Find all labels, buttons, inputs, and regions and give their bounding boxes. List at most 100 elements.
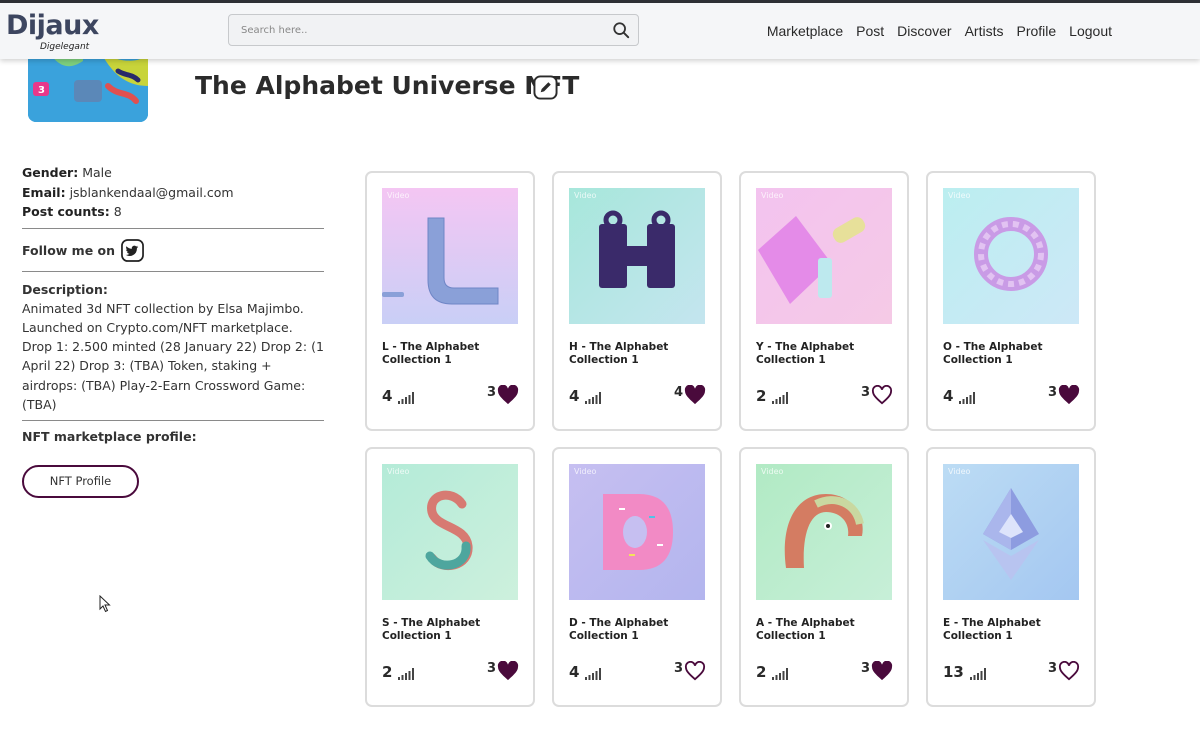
card-title[interactable]: A - The Alphabet Collection 1 <box>756 617 896 643</box>
nft-card[interactable]: Video H - The Alphabet Collection 1 4 4 <box>552 171 722 431</box>
signal-bars-icon <box>959 392 976 404</box>
likes-stat: 3 <box>487 385 519 405</box>
search-icon[interactable] <box>612 21 630 39</box>
mouse-cursor-icon <box>99 595 111 613</box>
nft-card[interactable]: Video L - The Alphabet Collection 1 4 3 <box>365 171 535 431</box>
svg-text:3: 3 <box>38 85 45 96</box>
search-bar <box>228 14 639 46</box>
nft-card[interactable]: Video O - The Alphabet Collection 1 4 3 <box>926 171 1096 431</box>
edit-pencil-icon[interactable] <box>533 75 558 100</box>
nft-card[interactable]: Video S - The Alphabet Collection 1 2 3 <box>365 447 535 707</box>
signal-bars-icon <box>772 668 789 680</box>
posts-label: Post counts: <box>22 204 110 219</box>
signal-bars-icon <box>969 668 986 680</box>
card-title[interactable]: Y - The Alphabet Collection 1 <box>756 341 896 367</box>
nav-discover[interactable]: Discover <box>897 23 951 39</box>
video-label: Video <box>574 191 597 200</box>
divider <box>22 227 324 229</box>
gender-value: Male <box>82 165 112 180</box>
brand-tagline: Digelegant <box>40 42 90 52</box>
nft-card[interactable]: Video A - The Alphabet Collection 1 2 3 <box>739 447 909 707</box>
signal-bars-icon <box>772 392 789 404</box>
posts-value: 8 <box>113 204 122 219</box>
nav-marketplace[interactable]: Marketplace <box>767 23 843 39</box>
views-count: 2 <box>756 663 767 681</box>
nft-thumbnail[interactable]: Video <box>569 464 705 600</box>
likes-stat: 4 <box>674 385 706 405</box>
views-stat: 4 <box>382 387 415 405</box>
likes-stat: 3 <box>487 661 519 681</box>
likes-stat: 3 <box>674 661 706 681</box>
nav-post[interactable]: Post <box>856 23 884 39</box>
views-count: 2 <box>756 387 767 405</box>
page-title: The Alphabet Universe NFT <box>195 71 580 100</box>
heart-filled-icon[interactable] <box>684 385 706 405</box>
gender-label: Gender: <box>22 165 79 180</box>
gender-row: Gender: Male <box>22 163 324 183</box>
nav-artists[interactable]: Artists <box>965 23 1004 39</box>
profile-image: 3 <box>28 56 148 122</box>
likes-stat: 3 <box>861 385 893 405</box>
nft-profile-button[interactable]: NFT Profile <box>22 465 139 499</box>
card-title[interactable]: S - The Alphabet Collection 1 <box>382 617 522 643</box>
video-label: Video <box>948 191 971 200</box>
nft-thumbnail[interactable]: Video <box>943 188 1079 324</box>
divider <box>22 270 324 272</box>
views-stat: 4 <box>943 389 976 404</box>
likes-count: 3 <box>860 661 870 676</box>
email-row: Email: jsblankendaal@gmail.com <box>22 183 324 203</box>
nft-thumbnail[interactable]: Video <box>382 464 518 600</box>
views-count: 4 <box>382 387 393 405</box>
signal-bars-icon <box>398 392 415 404</box>
views-count: 4 <box>569 387 580 405</box>
top-navbar: Dijaux Digelegant Marketplace Post Disco… <box>0 3 1200 59</box>
nft-thumbnail[interactable]: Video <box>382 188 518 324</box>
likes-stat: 3 <box>1048 385 1080 405</box>
nav-logout[interactable]: Logout <box>1069 23 1112 39</box>
likes-count: 3 <box>1047 661 1057 676</box>
video-label: Video <box>387 467 410 476</box>
nft-thumbnail[interactable]: Video <box>943 464 1079 600</box>
signal-bars-icon <box>398 668 415 680</box>
nft-card[interactable]: Video E - The Alphabet Collection 1 13 3 <box>926 447 1096 707</box>
views-stat: 13 <box>943 665 986 680</box>
follow-row: Follow me on <box>22 237 324 265</box>
email-label: Email: <box>22 184 66 200</box>
heart-outline-icon[interactable] <box>1058 661 1080 681</box>
likes-count: 4 <box>673 385 683 400</box>
profile-sidebar: Gender: Male Email: jsblankendaal@gmail.… <box>22 163 324 499</box>
nav-profile[interactable]: Profile <box>1016 23 1056 39</box>
posts-row: Post counts: 8 <box>22 202 324 222</box>
heart-filled-icon[interactable] <box>1058 385 1080 405</box>
nft-thumbnail[interactable]: Video <box>756 188 892 324</box>
nft-card[interactable]: Video D - The Alphabet Collection 1 4 3 <box>552 447 722 707</box>
twitter-icon[interactable] <box>121 239 144 262</box>
card-title[interactable]: D - The Alphabet Collection 1 <box>569 617 709 643</box>
card-title[interactable]: E - The Alphabet Collection 1 <box>943 617 1083 643</box>
heart-outline-icon[interactable] <box>684 661 706 681</box>
nft-card[interactable]: Video Y - The Alphabet Collection 1 2 3 <box>739 171 909 431</box>
views-stat: 2 <box>382 665 415 680</box>
heart-filled-icon[interactable] <box>497 661 519 681</box>
likes-count: 3 <box>1047 385 1057 400</box>
views-stat: 4 <box>569 387 602 405</box>
brand-logo[interactable]: Dijaux <box>6 12 99 39</box>
views-count: 13 <box>943 663 964 681</box>
video-label: Video <box>387 191 410 200</box>
heart-outline-icon[interactable] <box>871 385 893 405</box>
nft-thumbnail[interactable]: Video <box>569 188 705 324</box>
card-title[interactable]: L - The Alphabet Collection 1 <box>382 341 522 367</box>
heart-filled-icon[interactable] <box>497 385 519 405</box>
likes-count: 3 <box>486 385 496 400</box>
card-title[interactable]: H - The Alphabet Collection 1 <box>569 341 709 367</box>
email-value: jsblankendaal@gmail.com <box>69 184 234 200</box>
video-label: Video <box>761 467 784 476</box>
likes-stat: 3 <box>1048 661 1080 681</box>
signal-bars-icon <box>585 668 602 680</box>
search-input[interactable] <box>241 21 591 39</box>
card-title[interactable]: O - The Alphabet Collection 1 <box>943 341 1083 367</box>
heart-filled-icon[interactable] <box>871 661 893 681</box>
video-label: Video <box>574 467 597 476</box>
nft-thumbnail[interactable]: Video <box>756 464 892 600</box>
description-label: Description: <box>22 281 108 297</box>
